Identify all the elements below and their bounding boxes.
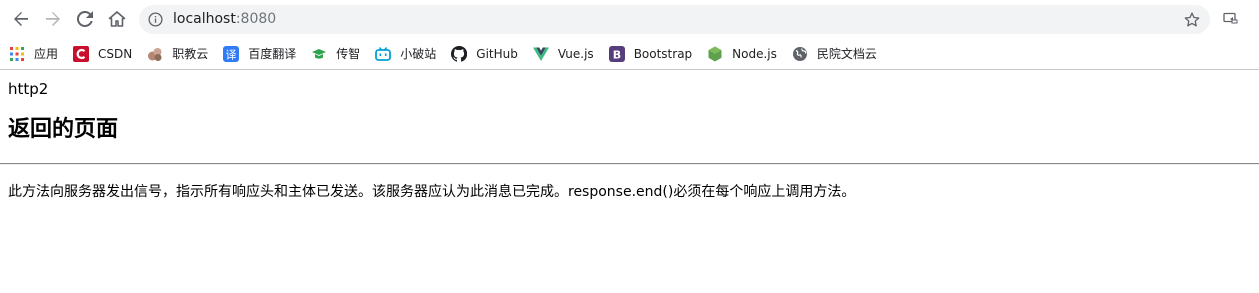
chuanzhi-icon [312,48,327,59]
url-text[interactable]: localhost:8080 [173,11,276,28]
bookmarks-bar: 应用 CSDN 职教云 译 百度翻译 传智 小破站 GitHub Vue.js … [0,38,1259,70]
bookmark-label: 职教云 [172,47,209,61]
globe-icon [792,46,807,61]
bookmark-label: 传智 [336,47,361,61]
bootstrap-icon: B [608,45,625,62]
page-heading: 返回的页面 [8,117,119,142]
bookmark-nodejs[interactable]: Node.js [707,42,777,66]
bookmark-label: 民院文档云 [816,47,877,61]
bookmark-label: CSDN [98,46,133,61]
bookmark-vue[interactable]: Vue.js [532,42,594,66]
svg-text:译: 译 [226,48,237,61]
page-paragraph: 此方法向服务器发出信号，指示所有响应头和主体已发送。该服务器应认为此消息已完成。… [8,184,856,200]
reload-icon [77,11,93,27]
bookmark-apps[interactable]: 应用 [9,42,58,66]
page-top-text: http2 [8,80,49,98]
home-icon [108,11,126,27]
bilibili-icon [375,46,392,61]
bookmark-star-button[interactable] [1182,10,1202,30]
divider [0,163,1259,165]
csdn-icon [73,45,90,62]
bookmark-label: 百度翻译 [248,47,297,61]
address-bar[interactable]: localhost:8080 [139,5,1210,34]
bookmark-csdn[interactable]: CSDN [73,42,132,66]
browser-chrome: localhost:8080 应用 CSDN 职教云 译 百度翻译 传智 小破站… [0,0,1259,70]
reload-button[interactable] [69,3,101,35]
home-button[interactable] [101,3,133,35]
bookmark-bilibili[interactable]: 小破站 [375,42,436,66]
bookmark-label: 小破站 [400,47,437,61]
bookmark-zhijiaoyun[interactable]: 职教云 [147,42,208,66]
bookmark-label: Node.js [732,46,777,61]
bookmark-github[interactable]: GitHub [451,42,518,66]
bookmark-label: Bootstrap [633,46,693,61]
url-host: localhost [173,11,236,27]
svg-text:B: B [612,48,620,61]
baidu-translate-icon: 译 [223,45,240,62]
cast-icon [1223,12,1238,24]
info-icon[interactable] [148,12,163,27]
page-content: http2 返回的页面 此方法向服务器发出信号，指示所有响应头和主体已发送。该服… [0,80,1259,201]
apps-grid-icon [10,46,24,61]
forward-button[interactable] [37,3,69,35]
forward-arrow-icon [46,12,60,26]
cast-button[interactable] [1222,10,1240,28]
bookmark-label: Vue.js [557,46,594,61]
back-button[interactable] [5,3,37,35]
vue-icon [532,47,549,61]
bookmark-chuanzhi[interactable]: 传智 [311,42,360,66]
zhijiaoyun-icon [148,47,162,61]
star-icon [1184,12,1200,27]
bookmark-label: GitHub [476,46,518,61]
bookmark-bootstrap[interactable]: B Bootstrap [608,42,693,66]
github-icon [451,45,468,62]
bookmark-minyuan-docs[interactable]: 民院文档云 [792,42,877,66]
nodejs-icon [708,46,722,61]
bookmark-baidu-translate[interactable]: 译 百度翻译 [223,42,296,66]
url-port: :8080 [235,11,277,27]
back-arrow-icon [14,12,28,26]
bookmark-label: 应用 [34,47,59,61]
browser-toolbar: localhost:8080 [0,0,1259,38]
